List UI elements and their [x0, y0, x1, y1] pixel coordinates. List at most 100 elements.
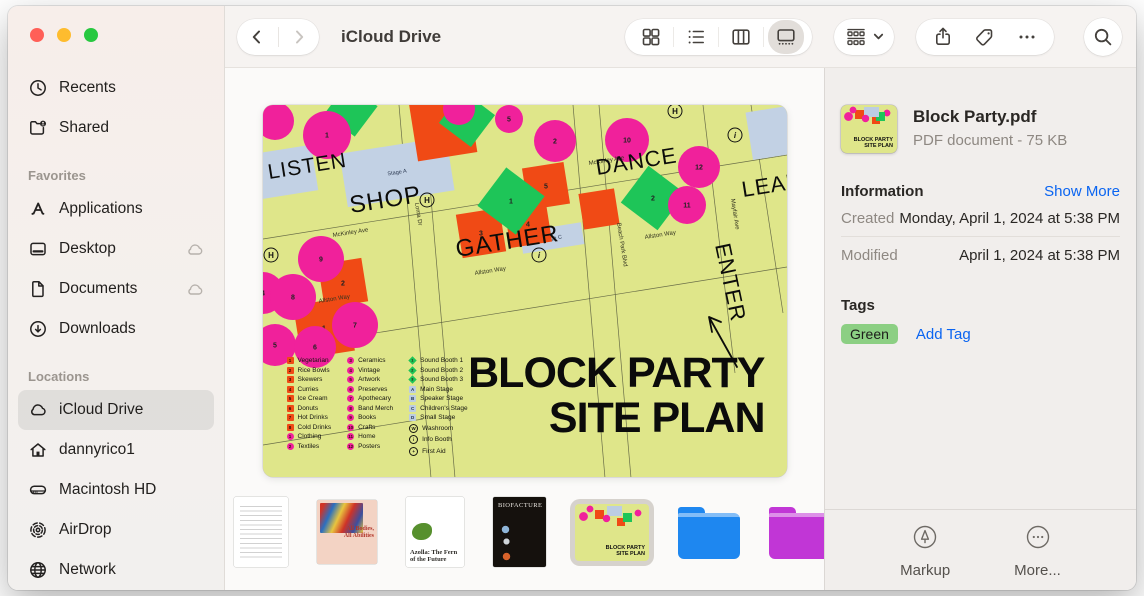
document-icon	[28, 279, 48, 299]
sidebar-section-locations: Locations	[18, 349, 214, 390]
svg-text:i: i	[537, 251, 540, 260]
clock-icon	[28, 78, 48, 98]
legend-item: 2Sound Booth 2	[409, 367, 468, 374]
zoom-button[interactable]	[84, 28, 98, 42]
svg-text:5: 5	[507, 117, 511, 124]
document-preview[interactable]: Stage AStage C5342112152101211498567HHHi…	[263, 105, 787, 477]
legend-item: 5Artwork	[347, 376, 393, 383]
legend-item: AMain Stage	[409, 386, 468, 393]
information-title: Information	[841, 183, 924, 200]
view-columns-button[interactable]	[719, 19, 763, 55]
sidebar-item-label: Recents	[59, 79, 116, 97]
view-list-button[interactable]	[674, 19, 718, 55]
sidebar-item-downloads[interactable]: Downloads	[18, 309, 214, 349]
street-label: McKinley Ave	[332, 227, 369, 239]
inspector-footer: Markup More...	[825, 509, 1136, 590]
more-ellipsis-icon	[1022, 521, 1054, 553]
sidebar-item-macintosh-hd[interactable]: Macintosh HD	[18, 470, 214, 510]
filmstrip-file-biofacture[interactable]: BIOFACTURE	[488, 492, 551, 572]
close-button[interactable]	[30, 28, 44, 42]
file-thumbnail[interactable]: BLOCK PARTY SITE PLAN	[841, 105, 897, 153]
filmstrip-file-azolla[interactable]: Azolla: The Fernof the Future	[401, 492, 469, 572]
sidebar-item-desktop[interactable]: Desktop	[18, 229, 214, 269]
svg-text:H: H	[424, 196, 430, 205]
sidebar-item-label: Applications	[59, 200, 143, 218]
zone-label: LEARN	[739, 165, 786, 202]
add-tag-link[interactable]: Add Tag	[916, 326, 971, 343]
chevron-down-icon	[873, 31, 884, 42]
svg-text:1: 1	[509, 199, 513, 206]
market-booth	[263, 105, 294, 140]
legend-item: 5Ice Cream	[287, 395, 332, 402]
legend-item: 3Skewers	[287, 376, 332, 383]
legend-item: DSmall Stage	[409, 414, 468, 421]
filmstrip-file-art[interactable]: All Bodies,All Abilities	[312, 495, 382, 569]
svg-text:4: 4	[263, 291, 265, 298]
sidebar-item-label: iCloud Drive	[59, 401, 143, 419]
sidebar-item-label: Downloads	[59, 320, 136, 338]
legend-item: 6Donuts	[287, 405, 332, 412]
sidebar-item-icloud-drive[interactable]: iCloud Drive	[18, 390, 214, 430]
home-icon	[28, 440, 48, 460]
sidebar-item-applications[interactable]: Applications	[18, 189, 214, 229]
share-icon	[932, 26, 954, 48]
back-button[interactable]	[240, 20, 274, 54]
tag-green[interactable]: Green	[841, 324, 898, 344]
inspector-panel: BLOCK PARTY SITE PLAN Block Party.pdf PD…	[824, 68, 1136, 590]
markup-button[interactable]: Markup	[900, 521, 950, 579]
created-label: Created	[841, 210, 894, 227]
download-circle-icon	[28, 319, 48, 339]
legend-item: 10Crafts	[347, 424, 393, 431]
svg-text:6: 6	[313, 345, 317, 352]
legend-item: 8Band Merch	[347, 405, 393, 412]
show-more-link[interactable]: Show More	[1044, 183, 1120, 200]
share-button[interactable]	[922, 19, 964, 55]
street-label: Mayfair Ave	[729, 198, 740, 230]
sidebar-item-label: Network	[59, 561, 116, 579]
legend-item: WWashroom	[409, 424, 468, 433]
sidebar-item-airdrop[interactable]: AirDrop	[18, 510, 214, 550]
view-gallery-button[interactable]	[764, 19, 808, 55]
view-icon-button[interactable]	[629, 19, 673, 55]
sidebar-item-label: AirDrop	[59, 521, 112, 539]
sidebar-item-recents[interactable]: Recents	[18, 68, 214, 108]
svg-text:5: 5	[273, 343, 277, 350]
filmstrip-folder[interactable]	[673, 500, 745, 564]
modified-row: Modified April 1, 2024 at 5:38 PM	[841, 237, 1120, 273]
airdrop-icon	[28, 520, 48, 540]
legend-item: 7Apothecary	[347, 395, 393, 402]
document-thumbnail: All Bodies,All Abilities	[317, 500, 377, 564]
site-plan-title: BLOCK PARTY SITE PLAN	[468, 351, 764, 441]
sidebar-item-label: Desktop	[59, 240, 175, 258]
more-options-button[interactable]	[1006, 19, 1048, 55]
created-value: Monday, April 1, 2024 at 5:38 PM	[899, 210, 1120, 227]
svg-text:i: i	[733, 131, 736, 140]
site-plan-legend: 1Vegetarian2Rice Bowls3Skewers4Curries5I…	[287, 357, 468, 456]
sidebar-item-shared[interactable]: Shared	[18, 108, 214, 148]
chevron-right-icon	[289, 27, 309, 47]
forward-button[interactable]	[282, 20, 316, 54]
minimize-button[interactable]	[57, 28, 71, 42]
sidebar-item-home[interactable]: dannyrico1	[18, 430, 214, 470]
search-button[interactable]	[1084, 18, 1122, 56]
more-button[interactable]: More...	[1014, 521, 1061, 579]
sidebar-item-network[interactable]: Network	[18, 550, 214, 590]
nav-buttons	[237, 19, 319, 55]
sidebar-item-documents[interactable]: Documents	[18, 269, 214, 309]
tags-button[interactable]	[964, 19, 1006, 55]
created-row: Created Monday, April 1, 2024 at 5:38 PM	[841, 200, 1120, 237]
group-by-button[interactable]	[834, 19, 894, 55]
thumbnail-label: BLOCK PARTY SITE PLAN	[854, 137, 893, 149]
file-name: Block Party.pdf	[913, 105, 1067, 127]
legend-item: 12Posters	[347, 443, 393, 450]
filmstrip-file-blockparty[interactable]: BLOCK PARTYSITE PLAN	[570, 499, 654, 566]
markup-pen-icon	[909, 521, 941, 553]
legend-item: CChildren's Stage	[409, 405, 468, 412]
ellipsis-icon	[1016, 26, 1038, 48]
file-kind: PDF document - 75 KB	[913, 132, 1067, 149]
cloud-badge-icon	[186, 243, 204, 256]
sidebar-item-label: dannyrico1	[59, 441, 135, 459]
filmstrip-file-letter[interactable]	[229, 492, 293, 572]
svg-text:H: H	[672, 107, 678, 116]
svg-text:2: 2	[651, 196, 655, 203]
